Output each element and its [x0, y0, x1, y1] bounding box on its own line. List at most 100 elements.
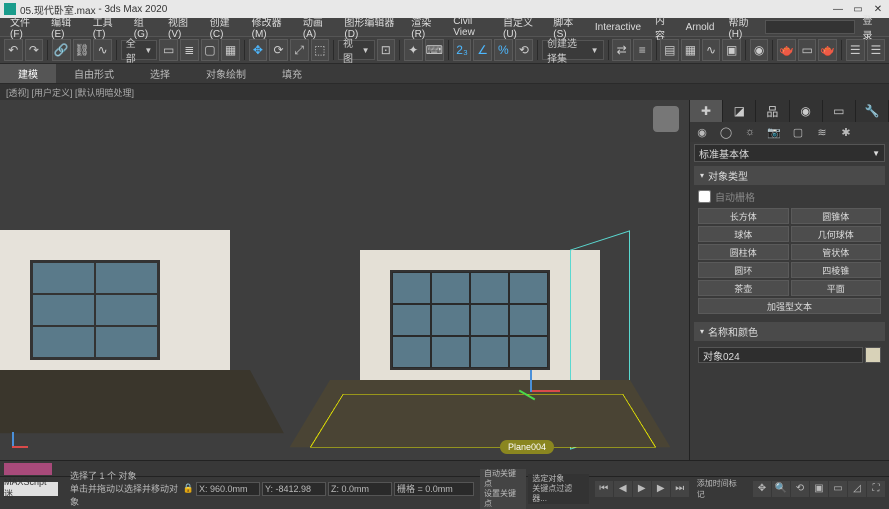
- mirror-button[interactable]: ⇄: [612, 39, 631, 61]
- zoom-region-button[interactable]: ▭: [829, 481, 847, 497]
- textplus-button[interactable]: 加强型文本: [698, 298, 881, 314]
- placement-button[interactable]: ⬚: [311, 39, 330, 61]
- link-button[interactable]: 🔗: [52, 39, 71, 61]
- goto-start-button[interactable]: ⏮: [595, 481, 613, 497]
- curve-editor-button[interactable]: ∿: [702, 39, 721, 61]
- coord-y[interactable]: Y: -8412.98: [262, 482, 326, 496]
- menu-tools[interactable]: 工具(T): [87, 13, 126, 41]
- open-ae2-button[interactable]: ☰: [867, 39, 886, 61]
- auto-grid-checkbox[interactable]: [698, 190, 711, 203]
- manipulate-button[interactable]: ✦: [404, 39, 423, 61]
- menu-animation[interactable]: 动画(A): [297, 13, 337, 41]
- redo-button[interactable]: ↷: [25, 39, 44, 61]
- bind-button[interactable]: ∿: [93, 39, 112, 61]
- prev-frame-button[interactable]: ◀: [614, 481, 632, 497]
- render-frame-button[interactable]: ▭: [798, 39, 817, 61]
- cameras-subtab[interactable]: 📷: [762, 122, 786, 142]
- toggle-ribbon-button[interactable]: ▦: [681, 39, 700, 61]
- create-tab[interactable]: ✚: [690, 100, 723, 122]
- menu-create[interactable]: 创建(C): [204, 13, 244, 41]
- sphere-button[interactable]: 球体: [698, 226, 789, 242]
- lights-subtab[interactable]: ☼: [738, 122, 762, 142]
- utilities-tab[interactable]: 🔧: [856, 100, 889, 122]
- render-button[interactable]: 🫖: [818, 39, 837, 61]
- maxscript-listener[interactable]: MAXScript 迷: [4, 482, 58, 496]
- menu-views[interactable]: 视图(V): [162, 13, 202, 41]
- rollout-object-type[interactable]: ▾对象类型: [694, 166, 885, 185]
- schematic-view-button[interactable]: ▣: [722, 39, 741, 61]
- shapes-subtab[interactable]: ◯: [714, 122, 738, 142]
- ribbon-modeling[interactable]: 建模: [0, 64, 56, 83]
- move-gizmo[interactable]: [530, 370, 580, 420]
- menu-customize[interactable]: 自定义(U): [497, 13, 545, 41]
- ribbon-objpaint[interactable]: 对象绘制: [188, 64, 264, 83]
- teapot-button[interactable]: 茶壶: [698, 280, 789, 296]
- tube-button[interactable]: 管状体: [791, 244, 882, 260]
- orbit-button[interactable]: ⟲: [791, 481, 809, 497]
- geometry-subtab[interactable]: ◉: [690, 122, 714, 142]
- coord-x[interactable]: X: 960.0mm: [196, 482, 260, 496]
- object-name-input[interactable]: [698, 347, 863, 363]
- viewcube[interactable]: [653, 106, 679, 132]
- rotate-button[interactable]: ⟳: [269, 39, 288, 61]
- cone-button[interactable]: 圆锥体: [791, 208, 882, 224]
- menu-render[interactable]: 渲染(R): [405, 13, 445, 41]
- user-login[interactable]: 登录: [857, 12, 886, 42]
- menu-file[interactable]: 文件(F): [4, 13, 43, 41]
- move-button[interactable]: ✥: [249, 39, 268, 61]
- angle-snap-button[interactable]: ∠: [473, 39, 492, 61]
- layer-explorer-button[interactable]: ▤: [660, 39, 679, 61]
- cylinder-button[interactable]: 圆柱体: [698, 244, 789, 260]
- systems-subtab[interactable]: ✱: [834, 122, 858, 142]
- use-pivot-button[interactable]: ⊡: [377, 39, 396, 61]
- viewport-label[interactable]: [透视] [用户定义] [默认明暗处理]: [6, 86, 134, 99]
- window-crossing-button[interactable]: ▦: [221, 39, 240, 61]
- goto-end-button[interactable]: ⏭: [671, 481, 689, 497]
- keyfilter-button[interactable]: 关键点过滤器...: [528, 484, 588, 504]
- menu-arnold[interactable]: Arnold: [680, 21, 721, 34]
- zoom-button[interactable]: 🔍: [772, 481, 790, 497]
- fov-button[interactable]: ◿: [848, 481, 866, 497]
- add-time-tag[interactable]: 添加时间标记: [693, 478, 747, 500]
- perspective-viewport[interactable]: Plane004: [0, 100, 689, 460]
- ribbon-selection[interactable]: 选择: [132, 64, 188, 83]
- snap-toggle-button[interactable]: 2₃: [453, 39, 472, 61]
- setkey-button[interactable]: 设置关键点: [480, 489, 526, 509]
- spacewarps-subtab[interactable]: ≋: [810, 122, 834, 142]
- autokey-button[interactable]: 自动关键点: [480, 469, 526, 489]
- material-editor-button[interactable]: ◉: [750, 39, 769, 61]
- select-object-button[interactable]: ▭: [159, 39, 178, 61]
- object-color-swatch[interactable]: [865, 347, 881, 363]
- align-button[interactable]: ≡: [633, 39, 652, 61]
- helpers-subtab[interactable]: ▢: [786, 122, 810, 142]
- ribbon-populate[interactable]: 填充: [264, 64, 320, 83]
- ribbon-freeform[interactable]: 自由形式: [56, 64, 132, 83]
- torus-button[interactable]: 圆环: [698, 262, 789, 278]
- pyramid-button[interactable]: 四棱锥: [791, 262, 882, 278]
- undo-button[interactable]: ↶: [4, 39, 23, 61]
- selection-filter-dropdown[interactable]: 全部▼: [121, 40, 158, 60]
- hierarchy-tab[interactable]: 品: [756, 100, 789, 122]
- plane-button[interactable]: 平面: [791, 280, 882, 296]
- zoom-extents-button[interactable]: ▣: [810, 481, 828, 497]
- menu-civil[interactable]: Civil View: [447, 15, 495, 39]
- modify-tab[interactable]: ◪: [723, 100, 756, 122]
- percent-snap-button[interactable]: %: [494, 39, 513, 61]
- minimize-button[interactable]: —: [831, 4, 845, 15]
- primitive-category-dropdown[interactable]: 标准基本体▼: [694, 144, 885, 162]
- box-button[interactable]: 长方体: [698, 208, 789, 224]
- menu-modifiers[interactable]: 修改器(M): [246, 13, 295, 41]
- scale-button[interactable]: ⤢: [290, 39, 309, 61]
- ref-coord-dropdown[interactable]: 视图▼: [338, 40, 375, 60]
- menu-help[interactable]: 帮助(H): [722, 13, 762, 41]
- spinner-snap-button[interactable]: ⟲: [515, 39, 534, 61]
- next-frame-button[interactable]: ▶: [652, 481, 670, 497]
- geosphere-button[interactable]: 几何球体: [791, 226, 882, 242]
- select-name-button[interactable]: ≣: [180, 39, 199, 61]
- menu-search-input[interactable]: [765, 20, 855, 34]
- motion-tab[interactable]: ◉: [790, 100, 823, 122]
- select-region-button[interactable]: ▢: [201, 39, 220, 61]
- play-button[interactable]: ▶: [633, 481, 651, 497]
- maximize-viewport-button[interactable]: ⛶: [867, 481, 885, 497]
- lock-selection-icon[interactable]: 🔒: [183, 483, 194, 494]
